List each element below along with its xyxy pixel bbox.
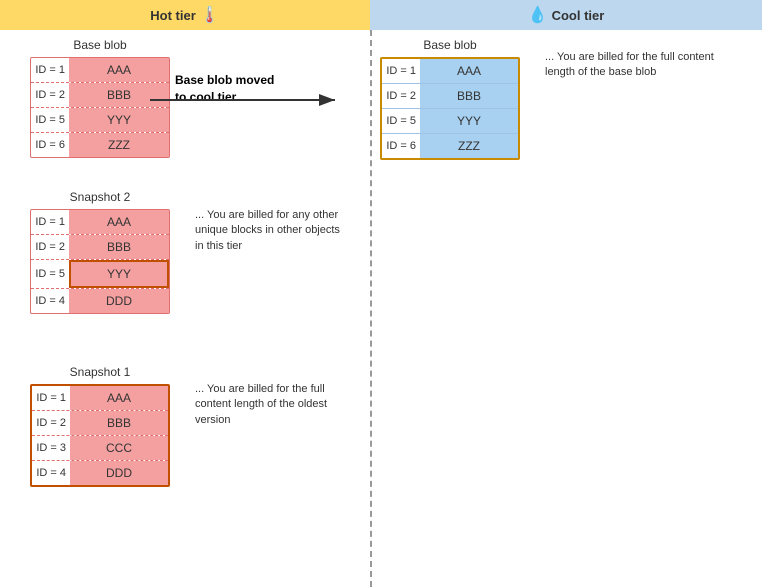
- snapshot2-annotation-text: You are billed for any other unique bloc…: [195, 209, 340, 252]
- row-cell: YYY: [420, 109, 518, 133]
- table-row: ID = 6 ZZZ: [382, 134, 518, 158]
- row-cell: AAA: [69, 58, 169, 82]
- row-id: ID = 1: [32, 388, 70, 408]
- table-row: ID = 4 DDD: [31, 289, 169, 313]
- row-id: ID = 5: [382, 111, 420, 131]
- cool-base-blob-section: Base blob ID = 1 AAA ID = 2 BBB ID = 5 Y…: [380, 38, 520, 160]
- row-cell: BBB: [70, 411, 168, 435]
- hot-base-blob-title: Base blob: [30, 38, 170, 52]
- main-content: Base blob ID = 1 AAA ID = 2 BBB ID = 5 Y…: [0, 30, 762, 587]
- row-id: ID = 5: [31, 264, 69, 284]
- cool-side: Base blob ID = 1 AAA ID = 2 BBB ID = 5 Y…: [370, 30, 762, 587]
- row-id: ID = 3: [32, 438, 70, 458]
- snapshot1-table: ID = 1 AAA ID = 2 BBB ID = 3 CCC ID = 4 …: [30, 384, 170, 487]
- row-cell: BBB: [420, 84, 518, 108]
- row-id: ID = 4: [31, 291, 69, 311]
- cool-tier-icon: 💧: [528, 5, 548, 25]
- snapshot2-title: Snapshot 2: [30, 190, 170, 204]
- hot-base-blob-table: ID = 1 AAA ID = 2 BBB ID = 5 YYY ID = 6 …: [30, 57, 170, 158]
- row-cell: BBB: [69, 235, 169, 259]
- row-cell: ZZZ: [420, 134, 518, 158]
- row-id: ID = 2: [32, 413, 70, 433]
- hot-tier-label: Hot tier: [150, 8, 196, 23]
- cool-tier-header: 💧 Cool tier: [370, 0, 762, 30]
- row-id: ID = 1: [31, 212, 69, 232]
- table-row: ID = 4 DDD: [32, 461, 168, 485]
- snapshot1-title: Snapshot 1: [30, 365, 170, 379]
- row-id: ID = 6: [31, 135, 69, 155]
- snapshot2-section: Snapshot 2 ID = 1 AAA ID = 2 BBB ID = 5 …: [30, 190, 170, 314]
- table-row: ID = 5 YYY: [382, 109, 518, 134]
- move-arrow: [150, 85, 350, 115]
- row-cell-highlighted: YYY: [69, 260, 169, 288]
- hot-tier-icon: 🌡️: [200, 5, 220, 25]
- row-id: ID = 6: [382, 136, 420, 156]
- row-id: ID = 1: [382, 61, 420, 81]
- row-id: ID = 2: [31, 85, 69, 105]
- table-row: ID = 5 YYY: [31, 108, 169, 133]
- table-row: ID = 5 YYY: [31, 260, 169, 289]
- tier-divider: [370, 30, 372, 587]
- snap1-annotation-text: ... You are billed for the full content …: [195, 383, 327, 426]
- snapshot2-table: ID = 1 AAA ID = 2 BBB ID = 5 YYY ID = 4 …: [30, 209, 170, 314]
- snapshot2-annotation: ... You are billed for any other unique …: [195, 208, 350, 254]
- table-row: ID = 1 AAA: [32, 386, 168, 411]
- row-id: ID = 4: [32, 463, 70, 483]
- snapshot1-section: Snapshot 1 ID = 1 AAA ID = 2 BBB ID = 3 …: [30, 365, 170, 487]
- row-cell: ZZZ: [69, 133, 169, 157]
- cool-base-blob-title: Base blob: [380, 38, 520, 52]
- cool-base-blob-table: ID = 1 AAA ID = 2 BBB ID = 5 YYY ID = 6 …: [380, 57, 520, 160]
- table-row: ID = 2 BBB: [31, 235, 169, 260]
- cool-tier-label: Cool tier: [552, 8, 605, 23]
- row-cell: AAA: [420, 59, 518, 83]
- row-cell: CCC: [70, 436, 168, 460]
- table-row: ID = 1 AAA: [31, 58, 169, 83]
- row-cell: AAA: [70, 386, 168, 410]
- table-row: ID = 1 AAA: [382, 59, 518, 84]
- table-row: ID = 3 CCC: [32, 436, 168, 461]
- row-id: ID = 2: [382, 86, 420, 106]
- snapshot1-annotation: ... You are billed for the full content …: [195, 382, 355, 428]
- row-cell: AAA: [69, 210, 169, 234]
- row-id: ID = 1: [31, 60, 69, 80]
- hot-base-blob-section: Base blob ID = 1 AAA ID = 2 BBB ID = 5 Y…: [30, 38, 170, 158]
- row-id: ID = 2: [31, 237, 69, 257]
- row-cell: DDD: [70, 461, 168, 485]
- hot-tier-header: Hot tier 🌡️: [0, 0, 370, 30]
- hot-side: Base blob ID = 1 AAA ID = 2 BBB ID = 5 Y…: [0, 30, 370, 587]
- table-row: ID = 6 ZZZ: [31, 133, 169, 157]
- row-cell: DDD: [69, 289, 169, 313]
- table-row: ID = 2 BBB: [382, 84, 518, 109]
- table-row: ID = 2 BBB: [31, 83, 169, 108]
- row-id: ID = 5: [31, 110, 69, 130]
- table-row: ID = 2 BBB: [32, 411, 168, 436]
- cool-annotation-text: ... You are billed for the full content …: [545, 51, 714, 78]
- table-row: ID = 1 AAA: [31, 210, 169, 235]
- dots-annotation2: ...: [195, 209, 207, 221]
- cool-blob-annotation: ... You are billed for the full content …: [545, 50, 715, 81]
